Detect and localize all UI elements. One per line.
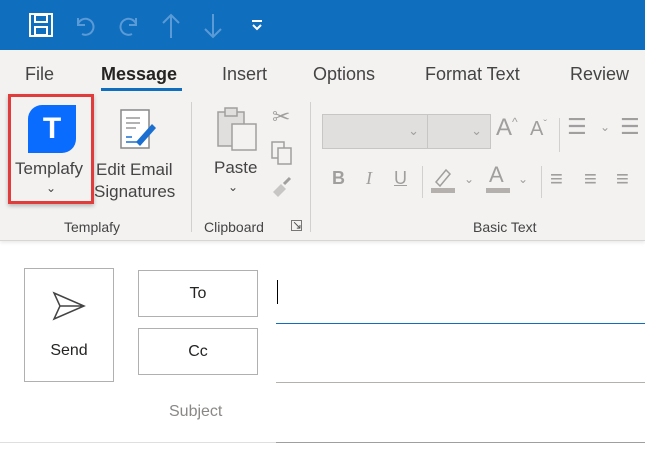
chevron-down-icon: ⌄	[228, 180, 239, 194]
divider	[541, 166, 542, 198]
chevron-down-icon: ⌄	[471, 123, 482, 138]
redo-icon[interactable]	[116, 12, 142, 38]
tab-options[interactable]: Options	[313, 64, 375, 85]
font-color-button[interactable]: A	[486, 162, 510, 194]
font-color-bar	[486, 188, 510, 193]
shrink-font-icon[interactable]: Aˇ	[530, 118, 547, 141]
copy-icon[interactable]	[270, 140, 294, 166]
divider	[310, 102, 311, 232]
highlight-icon[interactable]	[430, 164, 456, 194]
chevron-down-icon[interactable]: ⌄	[464, 172, 474, 186]
tab-review[interactable]: Review	[570, 64, 629, 85]
send-icon	[52, 291, 86, 321]
title-bar	[0, 0, 645, 50]
active-tab-underline	[101, 88, 182, 91]
ribbon-tabs: File Message Insert Options Format Text …	[0, 50, 645, 96]
templafy-label: Templafy	[15, 159, 84, 178]
edit-email-label: Edit Email	[96, 160, 173, 179]
edit-email-signatures-button[interactable]: Edit Email Signatures	[94, 104, 180, 204]
text-cursor	[277, 280, 278, 304]
undo-icon[interactable]	[72, 12, 98, 38]
dialog-launcher-icon[interactable]: ↘	[291, 219, 302, 231]
cc-label: Cc	[188, 342, 208, 360]
italic-button[interactable]: I	[366, 168, 372, 189]
logo-letter: T	[42, 112, 62, 145]
paste-button[interactable]: Paste ⌄	[208, 102, 262, 202]
customize-dropdown-icon[interactable]	[250, 18, 264, 32]
subject-input[interactable]	[276, 390, 645, 443]
align-center-icon[interactable]: ≡	[584, 166, 597, 192]
bullets-icon[interactable]: ☰	[567, 114, 587, 140]
grow-font-icon[interactable]: A^	[496, 114, 518, 142]
paste-label: Paste	[214, 158, 258, 177]
templafy-button[interactable]: T Templafy ⌄	[8, 94, 94, 204]
cut-icon[interactable]: ✂	[272, 104, 290, 130]
up-arrow-icon[interactable]	[160, 12, 182, 40]
cc-input[interactable]	[276, 330, 645, 383]
templafy-group-label: Templafy	[64, 219, 121, 235]
send-button[interactable]: Send	[24, 268, 114, 382]
templafy-logo-icon: T	[28, 105, 76, 153]
chevron-down-icon[interactable]: ⌄	[518, 172, 528, 186]
to-button[interactable]: To	[138, 270, 258, 317]
send-label: Send	[50, 342, 88, 359]
tab-insert[interactable]: Insert	[222, 64, 267, 85]
underline-button[interactable]: U	[394, 168, 407, 189]
divider	[559, 118, 560, 152]
chevron-down-icon[interactable]: ⌄	[600, 120, 610, 134]
signature-icon	[120, 109, 156, 149]
tab-format-text[interactable]: Format Text	[425, 64, 520, 85]
align-left-icon[interactable]: ≡	[550, 166, 563, 192]
font-size-dropdown[interactable]: ⌄	[427, 114, 491, 149]
ribbon: T Templafy ⌄ Edit Email Signatures Templ…	[0, 94, 645, 241]
down-arrow-icon[interactable]	[202, 12, 224, 40]
chevron-down-icon: ⌄	[46, 181, 57, 195]
tab-file[interactable]: File	[25, 64, 54, 85]
format-painter-icon[interactable]	[270, 174, 294, 198]
basic-text-group-label: Basic Text	[473, 219, 537, 235]
tab-message[interactable]: Message	[101, 64, 177, 85]
font-name-dropdown[interactable]: ⌄	[322, 114, 428, 149]
bold-button[interactable]: B	[332, 168, 345, 189]
font-color-letter: A	[489, 162, 504, 187]
divider	[422, 166, 423, 198]
signatures-label: Signatures	[94, 182, 176, 201]
paste-icon	[217, 107, 257, 151]
align-right-icon[interactable]: ≡	[616, 166, 629, 192]
divider	[0, 442, 276, 443]
save-icon[interactable]	[28, 12, 54, 38]
clipboard-group-label: Clipboard	[204, 219, 264, 235]
chevron-down-icon: ⌄	[408, 123, 419, 138]
numbering-icon[interactable]: ☰	[620, 114, 640, 140]
subject-label: Subject	[169, 403, 223, 420]
divider	[191, 102, 192, 232]
to-input[interactable]	[276, 280, 645, 324]
to-label: To	[189, 284, 207, 302]
cc-button[interactable]: Cc	[138, 328, 258, 375]
